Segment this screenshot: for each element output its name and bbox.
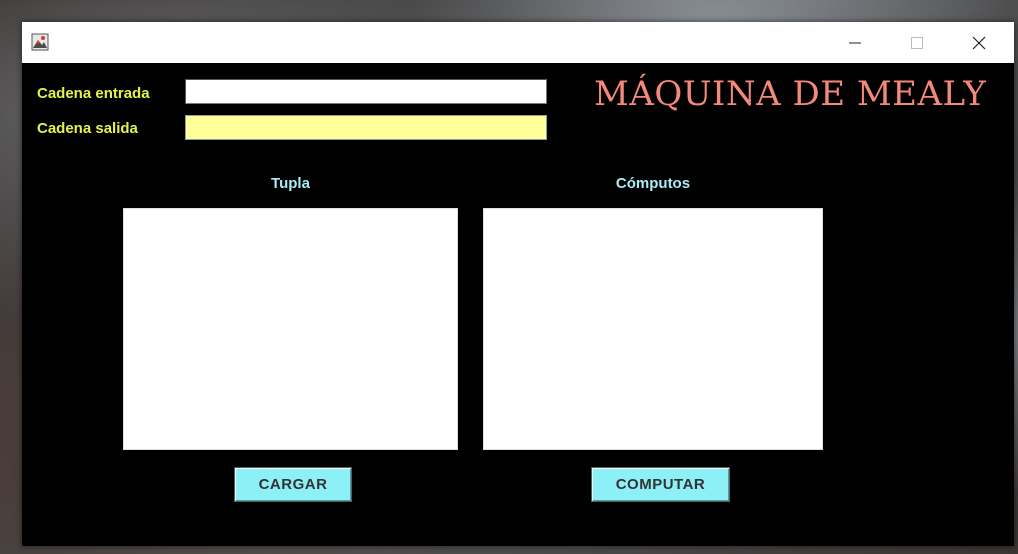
computar-button[interactable]: COMPUTAR	[591, 467, 730, 502]
output-string-label: Cadena salida	[37, 120, 138, 137]
maximize-button[interactable]	[886, 22, 948, 63]
computos-heading: Cómputos	[615, 175, 691, 192]
title-bar[interactable]	[22, 22, 1014, 63]
input-string-field[interactable]	[185, 79, 547, 104]
output-string-field[interactable]	[185, 115, 547, 140]
minimize-icon	[849, 42, 861, 43]
computos-textarea[interactable]	[483, 208, 823, 450]
page-title: MÁQUINA DE MEALY	[594, 74, 987, 114]
close-button[interactable]	[948, 22, 1010, 63]
maximize-icon	[911, 36, 923, 49]
tupla-heading: Tupla	[271, 175, 310, 192]
close-icon	[972, 36, 986, 49]
app-window: Cadena entrada Cadena salida MÁQUINA DE …	[22, 22, 1014, 546]
tupla-textarea[interactable]	[123, 208, 458, 450]
input-string-label: Cadena entrada	[37, 85, 150, 102]
minimize-button[interactable]	[824, 22, 886, 63]
cargar-button[interactable]: CARGAR	[234, 467, 352, 502]
java-app-icon	[31, 33, 49, 51]
